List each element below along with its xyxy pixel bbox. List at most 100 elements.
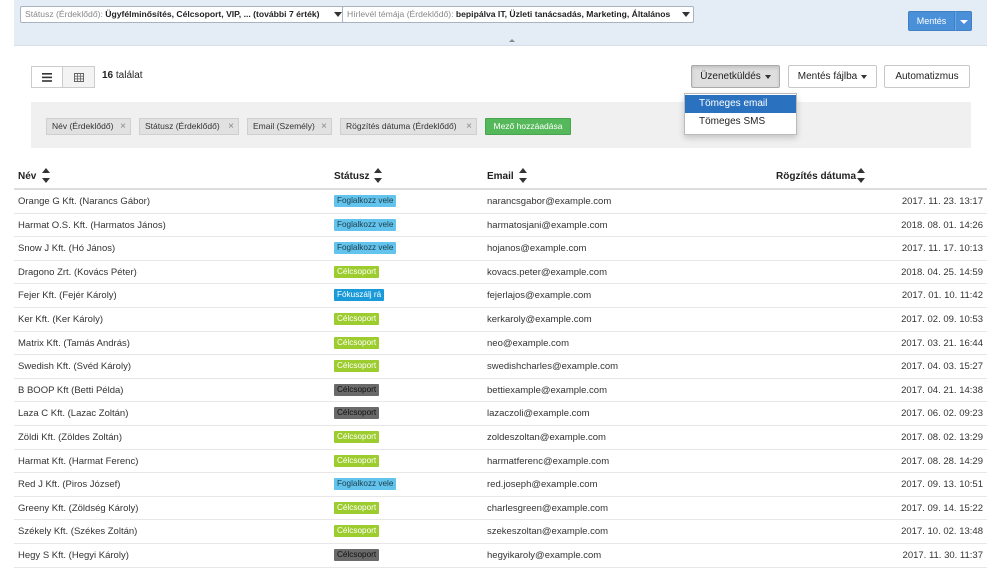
table-row[interactable]: B BOOP Kft (Betti Példa) Célcsoport bettie… xyxy=(14,379,987,403)
table-row[interactable]: Laza C Kft. (Lazac Zoltán) Célcsoport laza… xyxy=(14,402,987,426)
grid-view-button[interactable] xyxy=(63,66,95,88)
cell-name[interactable]: Red J Kft. (Piros József) xyxy=(18,479,120,490)
table-row[interactable]: Harmat Kft. (Harmat Ferenc) Célcsoport har… xyxy=(14,450,987,474)
save-dropdown-toggle[interactable] xyxy=(955,11,972,31)
close-icon[interactable]: × xyxy=(120,119,126,134)
cell-name[interactable]: Zöldi Kft. (Zöldes Zoltán) xyxy=(18,432,122,443)
table-row[interactable]: Greeny Kft. (Zöldség Károly) Célcsoport ch… xyxy=(14,497,987,521)
table-row[interactable]: Orange G Kft. (Narancs Gábor) Foglalkozz … xyxy=(14,190,987,214)
add-field-button[interactable]: Mező hozzáadása xyxy=(485,118,571,135)
cell-email[interactable]: kovacs.peter@example.com xyxy=(487,267,607,278)
status-filter-select[interactable]: Státusz (Érdeklődő): Ügyfélminősítés, Cé… xyxy=(20,6,346,23)
cell-status: Célcsoport xyxy=(334,454,380,467)
cell-status: Foglalkozz vele xyxy=(334,218,397,231)
cell-email[interactable]: kerkaroly@example.com xyxy=(487,314,592,325)
cell-name[interactable]: Harmat Kft. (Harmat Ferenc) xyxy=(18,456,138,467)
table-row[interactable]: Dragono Zrt. (Kovács Péter) Célcsoport kov… xyxy=(14,261,987,285)
table-row[interactable]: Fejer Kft. (Fejér Károly) Fókuszálj rá fej… xyxy=(14,284,987,308)
sort-icon[interactable] xyxy=(42,168,50,184)
column-header-name[interactable]: Név xyxy=(18,171,36,182)
sort-icon[interactable] xyxy=(857,168,865,184)
cell-email[interactable]: fejerlajos@example.com xyxy=(487,290,591,301)
collapse-filter-icon[interactable] xyxy=(509,39,515,42)
table-row[interactable]: Red J Kft. (Piros József) Foglalkozz vele… xyxy=(14,473,987,497)
close-icon[interactable]: × xyxy=(466,119,472,134)
cell-name[interactable]: Snow J Kft. (Hó János) xyxy=(18,243,115,254)
cell-date: 2017. 09. 14. 15:22 xyxy=(901,502,983,514)
column-header-email[interactable]: Email xyxy=(487,171,514,182)
sort-icon[interactable] xyxy=(519,168,527,184)
cell-name[interactable]: Matrix Kft. (Tamás András) xyxy=(18,338,130,349)
column-header-date[interactable]: Rögzítés dátuma xyxy=(776,171,856,182)
column-header-status[interactable]: Státusz xyxy=(334,171,370,182)
cell-name[interactable]: Greeny Kft. (Zöldség Károly) xyxy=(18,503,138,514)
cell-email[interactable]: hojanos@example.com xyxy=(487,243,586,254)
automation-button[interactable]: Automatizmus xyxy=(884,65,970,88)
cell-name[interactable]: Székely Kft. (Székes Zoltán) xyxy=(18,526,137,537)
status-badge: Célcsoport xyxy=(334,548,380,561)
status-badge: Célcsoport xyxy=(334,525,380,538)
status-badge: Célcsoport xyxy=(334,265,380,278)
cell-status: Célcsoport xyxy=(334,360,380,373)
status-badge: Célcsoport xyxy=(334,501,380,514)
cell-email[interactable]: szekeszoltan@example.com xyxy=(487,526,608,537)
field-chip-date[interactable]: Rögzítés dátuma (Érdeklődő) × xyxy=(340,118,477,135)
table-row[interactable]: Swedish Kft. (Svéd Károly) Célcsoport swed… xyxy=(14,355,987,379)
cell-name[interactable]: B BOOP Kft (Betti Példa) xyxy=(18,385,123,396)
table-row[interactable]: Székely Kft. (Székes Zoltán) Célcsoport sz… xyxy=(14,520,987,544)
status-badge: Célcsoport xyxy=(334,360,380,373)
cell-email[interactable]: zoldeszoltan@example.com xyxy=(487,432,606,443)
cell-email[interactable]: harmatosjani@example.com xyxy=(487,220,608,231)
cell-email[interactable]: red.joseph@example.com xyxy=(487,479,598,490)
cell-date: 2017. 04. 21. 14:38 xyxy=(901,384,983,396)
status-badge: Foglalkozz vele xyxy=(334,195,397,207)
save-to-file-button[interactable]: Mentés fájlba xyxy=(788,65,877,88)
cell-email[interactable]: harmatferenc@example.com xyxy=(487,456,609,467)
cell-email[interactable]: neo@example.com xyxy=(487,338,569,349)
save-button[interactable]: Mentés xyxy=(908,11,955,31)
messaging-dropdown-button[interactable]: Üzenetküldés xyxy=(691,65,780,88)
field-chip-name[interactable]: Név (Érdeklődő) × xyxy=(46,118,131,135)
table-row[interactable]: Ker Kft. (Ker Károly) Célcsoport kerkaroly… xyxy=(14,308,987,332)
cell-date: 2017. 11. 23. 13:17 xyxy=(901,196,983,207)
field-chip-label: Email (Személy) xyxy=(253,121,315,131)
newsletter-filter-select[interactable]: Hírlevél témája (Érdeklődő): bepipálva I… xyxy=(342,6,694,23)
table-row[interactable]: Snow J Kft. (Hó János) Foglalkozz vele hoj… xyxy=(14,237,987,261)
field-chip-email[interactable]: Email (Személy) × xyxy=(247,118,332,135)
list-view-button[interactable] xyxy=(31,66,63,88)
table-row[interactable]: Matrix Kft. (Tamás András) Célcsoport neo@… xyxy=(14,332,987,356)
close-icon[interactable]: × xyxy=(228,119,234,134)
cell-email[interactable]: swedishcharles@example.com xyxy=(487,361,618,372)
cell-email[interactable]: narancsgabor@example.com xyxy=(487,196,611,207)
cell-email[interactable]: lazaczoli@example.com xyxy=(487,408,590,419)
menu-item-bulk-email[interactable]: Tömeges email xyxy=(685,95,796,113)
cell-name[interactable]: Harmat O.S. Kft. (Harmatos János) xyxy=(18,220,166,231)
cell-email[interactable]: charlesgreen@example.com xyxy=(487,503,608,514)
status-badge: Célcsoport xyxy=(334,383,380,396)
field-chip-label: Név (Érdeklődő) xyxy=(52,121,114,131)
cell-name[interactable]: Swedish Kft. (Svéd Károly) xyxy=(18,361,131,372)
table-row[interactable]: Harmat O.S. Kft. (Harmatos János) Foglalk… xyxy=(14,214,987,238)
result-count-number: 16 xyxy=(102,70,114,81)
sort-icon[interactable] xyxy=(374,168,382,184)
messaging-menu: Tömeges email Tömeges SMS xyxy=(684,93,797,135)
cell-name[interactable]: Fejer Kft. (Fejér Károly) xyxy=(18,290,117,301)
cell-email[interactable]: hegyikaroly@example.com xyxy=(487,550,601,561)
field-chip-status[interactable]: Státusz (Érdeklődő) × xyxy=(139,118,239,135)
cell-email[interactable]: bettiexample@example.com xyxy=(487,385,607,396)
cell-date: 2017. 08. 28. 14:29 xyxy=(901,455,983,467)
menu-item-bulk-sms[interactable]: Tömeges SMS xyxy=(685,113,796,131)
cell-status: Célcsoport xyxy=(334,407,380,420)
table-icon xyxy=(73,72,84,82)
cell-status: Célcsoport xyxy=(334,383,380,396)
table-body: Orange G Kft. (Narancs Gábor) Foglalkozz … xyxy=(14,190,987,568)
cell-name[interactable]: Ker Kft. (Ker Károly) xyxy=(18,314,103,325)
table-header: Név Státusz Email Rögzítés dátuma xyxy=(14,160,987,190)
close-icon[interactable]: × xyxy=(321,119,327,134)
cell-name[interactable]: Hegy S Kft. (Hegyi Károly) xyxy=(18,550,129,561)
cell-name[interactable]: Dragono Zrt. (Kovács Péter) xyxy=(18,267,137,278)
cell-name[interactable]: Orange G Kft. (Narancs Gábor) xyxy=(18,196,150,207)
cell-date: 2017. 04. 03. 15:27 xyxy=(901,361,983,373)
table-row[interactable]: Zöldi Kft. (Zöldes Zoltán) Célcsoport zold… xyxy=(14,426,987,450)
cell-name[interactable]: Laza C Kft. (Lazac Zoltán) xyxy=(18,408,128,419)
